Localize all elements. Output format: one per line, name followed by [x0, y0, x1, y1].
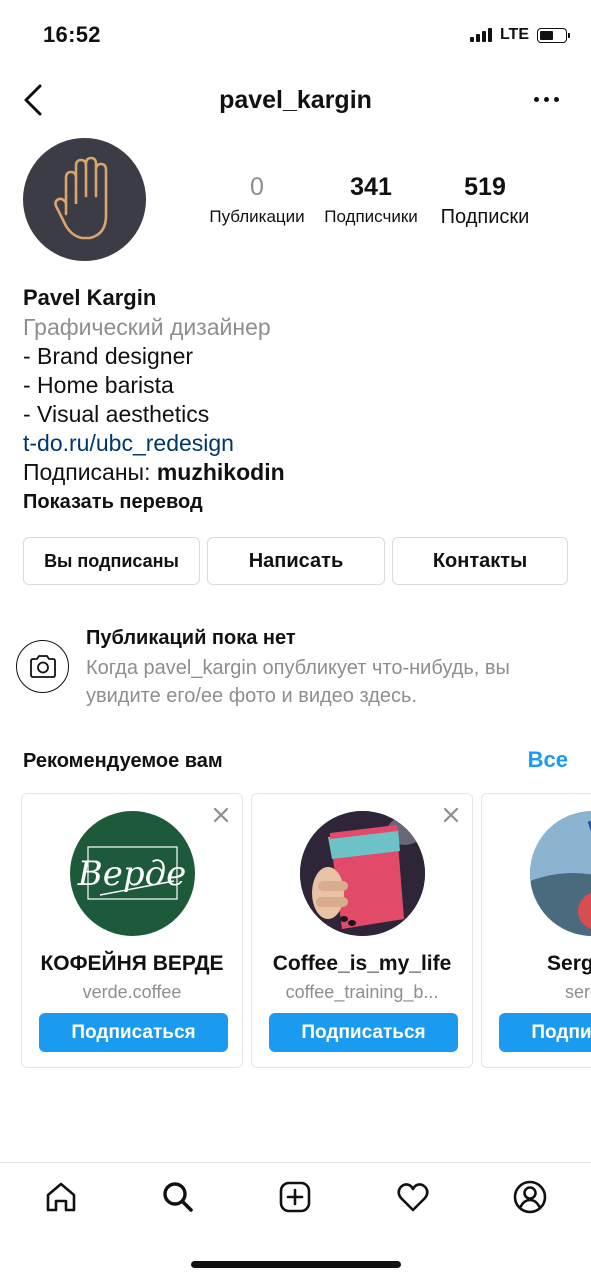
verde-logo-text: Верде	[77, 854, 187, 894]
stat-following-count: 519	[464, 173, 506, 201]
no-posts-title: Публикаций пока нет	[86, 627, 296, 649]
suggestion-name: Sergey S	[547, 952, 591, 975]
suggestion-username: coffee_training_b...	[285, 982, 439, 1002]
suggestion-avatar[interactable]	[530, 811, 591, 936]
stat-following-label: Подписки	[440, 206, 530, 228]
status-indicators: LTE	[469, 26, 570, 44]
show-translation-link[interactable]: Показать перевод	[23, 487, 563, 517]
battery-icon	[537, 27, 570, 43]
suggestion-card: Coffee_is_my_life coffee_training_b... П…	[251, 793, 473, 1068]
status-bar: 16:52 LTE	[0, 0, 591, 70]
profile-actions: Вы подписаны Написать Контакты	[23, 537, 568, 585]
more-options-icon[interactable]	[529, 92, 563, 106]
suggestion-username: sergey	[564, 982, 591, 1002]
new-post-icon[interactable]	[277, 1179, 313, 1215]
profile-category: Графический дизайнер	[23, 314, 271, 340]
bottom-tab-bar	[0, 1162, 591, 1232]
profile-username-title: pavel_kargin	[219, 86, 372, 114]
bio-website-link[interactable]: t-do.ru/ubc_redesign	[23, 429, 563, 458]
followed-by-text[interactable]: Подписаны: muzhikodin	[23, 458, 563, 487]
follow-button[interactable]: Подписаться	[269, 1013, 458, 1052]
camera-icon	[16, 640, 69, 693]
landscape-photo	[530, 811, 591, 936]
following-button[interactable]: Вы подписаны	[23, 537, 200, 585]
search-icon[interactable]	[160, 1179, 196, 1215]
stat-followers-count: 341	[350, 173, 392, 201]
suggestion-avatar[interactable]: Верде	[70, 811, 195, 936]
network-type: LTE	[499, 26, 529, 43]
suggestion-card: Sergey S sergey Подписаться	[481, 793, 591, 1068]
suggestion-card: Верде КОФЕЙНЯ ВЕРДЕ verde.coffee Подписа…	[21, 793, 243, 1068]
activity-heart-icon[interactable]	[395, 1179, 431, 1215]
raised-hand-icon	[53, 156, 107, 239]
profile-header: pavel_kargin	[0, 78, 591, 122]
suggestions-title: Рекомендуемое вам	[23, 750, 223, 772]
bio-line: - Home barista	[23, 372, 174, 398]
suggestion-name: КОФЕЙНЯ ВЕРДЕ	[40, 952, 224, 975]
suggestion-avatar[interactable]	[300, 811, 425, 936]
no-posts-message: Публикаций пока нет Когда pavel_kargin о…	[86, 624, 566, 710]
profile-avatar[interactable]	[23, 138, 146, 261]
suggestion-name: Coffee_is_my_life	[272, 952, 452, 975]
profile-bio: Pavel Kargin Графический дизайнер - Bran…	[23, 283, 563, 517]
status-time: 16:52	[43, 22, 101, 47]
message-button[interactable]: Написать	[207, 537, 385, 585]
followed-by-prefix: Подписаны:	[23, 459, 157, 485]
dismiss-close-icon[interactable]	[442, 806, 460, 824]
follow-button[interactable]: Подписаться	[499, 1013, 591, 1052]
bio-line: - Visual aesthetics	[23, 401, 210, 427]
suggestions-carousel[interactable]: Верде КОФЕЙНЯ ВЕРДЕ verde.coffee Подписа…	[21, 793, 591, 1069]
dismiss-close-icon[interactable]	[212, 806, 230, 824]
stat-following[interactable]: 519 Подписки	[432, 172, 538, 228]
suggestions-see-all-link[interactable]: Все	[528, 747, 568, 773]
stat-posts-label: Публикации	[209, 207, 305, 226]
home-indicator[interactable]	[191, 1261, 401, 1268]
contacts-button[interactable]: Контакты	[392, 537, 568, 585]
stat-followers[interactable]: 341 Подписчики	[318, 172, 424, 228]
verde-logo: Верде	[77, 846, 187, 900]
cellular-signal-icon	[469, 28, 492, 42]
coffee-cup-photo	[300, 811, 425, 936]
stat-posts-count: 0	[250, 173, 264, 201]
bio-line: - Brand designer	[23, 343, 194, 369]
profile-full-name: Pavel Kargin	[23, 285, 157, 310]
no-posts-description: Когда pavel_kargin опубликует что-нибудь…	[86, 657, 510, 707]
stat-followers-label: Подписчики	[324, 207, 418, 226]
follow-button[interactable]: Подписаться	[39, 1013, 228, 1052]
followed-by-username: muzhikodin	[156, 459, 285, 485]
suggestion-username: verde.coffee	[82, 982, 182, 1002]
stat-posts: 0 Публикации	[205, 172, 309, 228]
profile-icon[interactable]	[512, 1179, 548, 1215]
home-icon[interactable]	[43, 1179, 79, 1215]
